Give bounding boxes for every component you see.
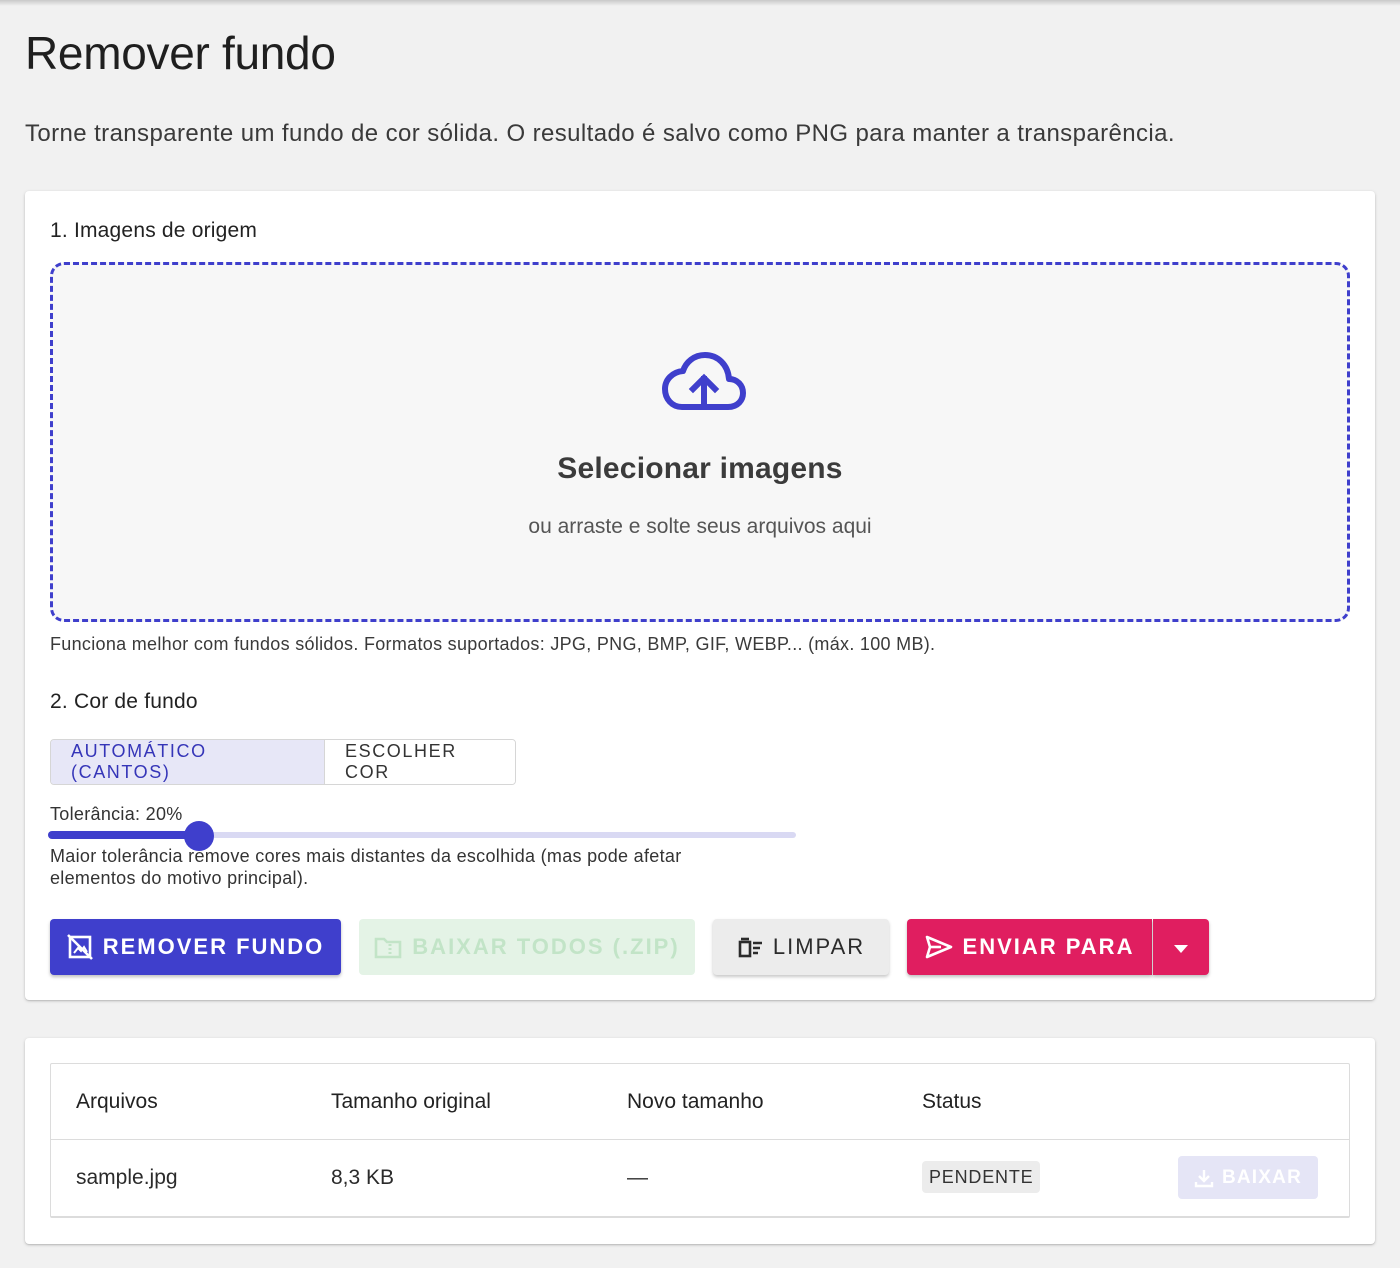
arrow-drop-down-icon [1173, 934, 1189, 960]
status-badge: PENDENTE [922, 1161, 1041, 1193]
section-title-source: 1. Imagens de origem [50, 219, 258, 242]
dropzone-subtitle: ou arraste e solte seus arquivos aqui [528, 515, 872, 538]
files-card: Arquivos Tamanho original Novo tamanho S… [25, 1038, 1375, 1244]
page-title: Remover fundo [25, 27, 336, 79]
clear-button[interactable]: LIMPAR [713, 919, 889, 975]
clear-all-icon [737, 936, 763, 958]
folder-zip-icon [374, 935, 402, 959]
header-files: Arquivos [76, 1090, 158, 1113]
remove-background-label: REMOVER FUNDO [102, 934, 325, 959]
image-dropzone[interactable]: Selecionar imagens ou arraste e solte se… [50, 262, 1350, 622]
dropzone-title: Selecionar imagens [557, 452, 843, 485]
tolerance-slider[interactable] [48, 821, 798, 851]
file-original-size: 8,3 KB [331, 1166, 395, 1189]
tolerance-label: Tolerância: 20% [50, 804, 183, 824]
download-file-button[interactable]: BAIXAR [1178, 1156, 1318, 1199]
send-to-button[interactable]: ENVIAR PARA [907, 919, 1152, 975]
download-all-zip-button[interactable]: BAIXAR TODOS (.ZIP) [359, 919, 695, 975]
download-all-zip-label: BAIXAR TODOS (.ZIP) [412, 934, 680, 959]
background-mode-toggle: AUTOMÁTICO (CANTOS) ESCOLHER COR [50, 739, 516, 785]
files-table: Arquivos Tamanho original Novo tamanho S… [50, 1063, 1350, 1218]
remove-background-button[interactable]: REMOVER FUNDO [50, 919, 341, 975]
slider-fill [48, 831, 200, 839]
send-to-dropdown-button[interactable] [1153, 919, 1209, 975]
send-icon [925, 935, 953, 959]
supported-formats-hint: Funciona melhor com fundos sólidos. Form… [50, 634, 936, 654]
header-original-size: Tamanho original [331, 1090, 491, 1113]
hide-image-icon [66, 934, 93, 960]
section-title-background: 2. Cor de fundo [50, 690, 198, 713]
page-description: Torne transparente um fundo de cor sólid… [25, 120, 1175, 147]
tolerance-help: Maior tolerância remove cores mais dista… [50, 846, 682, 888]
cloud-upload-icon [662, 352, 746, 410]
top-shadow [0, 0, 1400, 6]
toggle-automatic-corners[interactable]: AUTOMÁTICO (CANTOS) [51, 740, 325, 784]
file-name: sample.jpg [76, 1166, 178, 1189]
header-new-size: Novo tamanho [627, 1090, 764, 1113]
header-status: Status [922, 1090, 982, 1113]
file-new-size: — [627, 1166, 648, 1189]
send-to-label: ENVIAR PARA [962, 934, 1135, 959]
settings-card: 1. Imagens de origem Selecionar imagens … [25, 191, 1375, 1000]
download-file-label: BAIXAR [1221, 1166, 1303, 1188]
download-icon [1194, 1168, 1214, 1188]
clear-label: LIMPAR [772, 934, 866, 959]
toggle-choose-color[interactable]: ESCOLHER COR [325, 740, 515, 784]
